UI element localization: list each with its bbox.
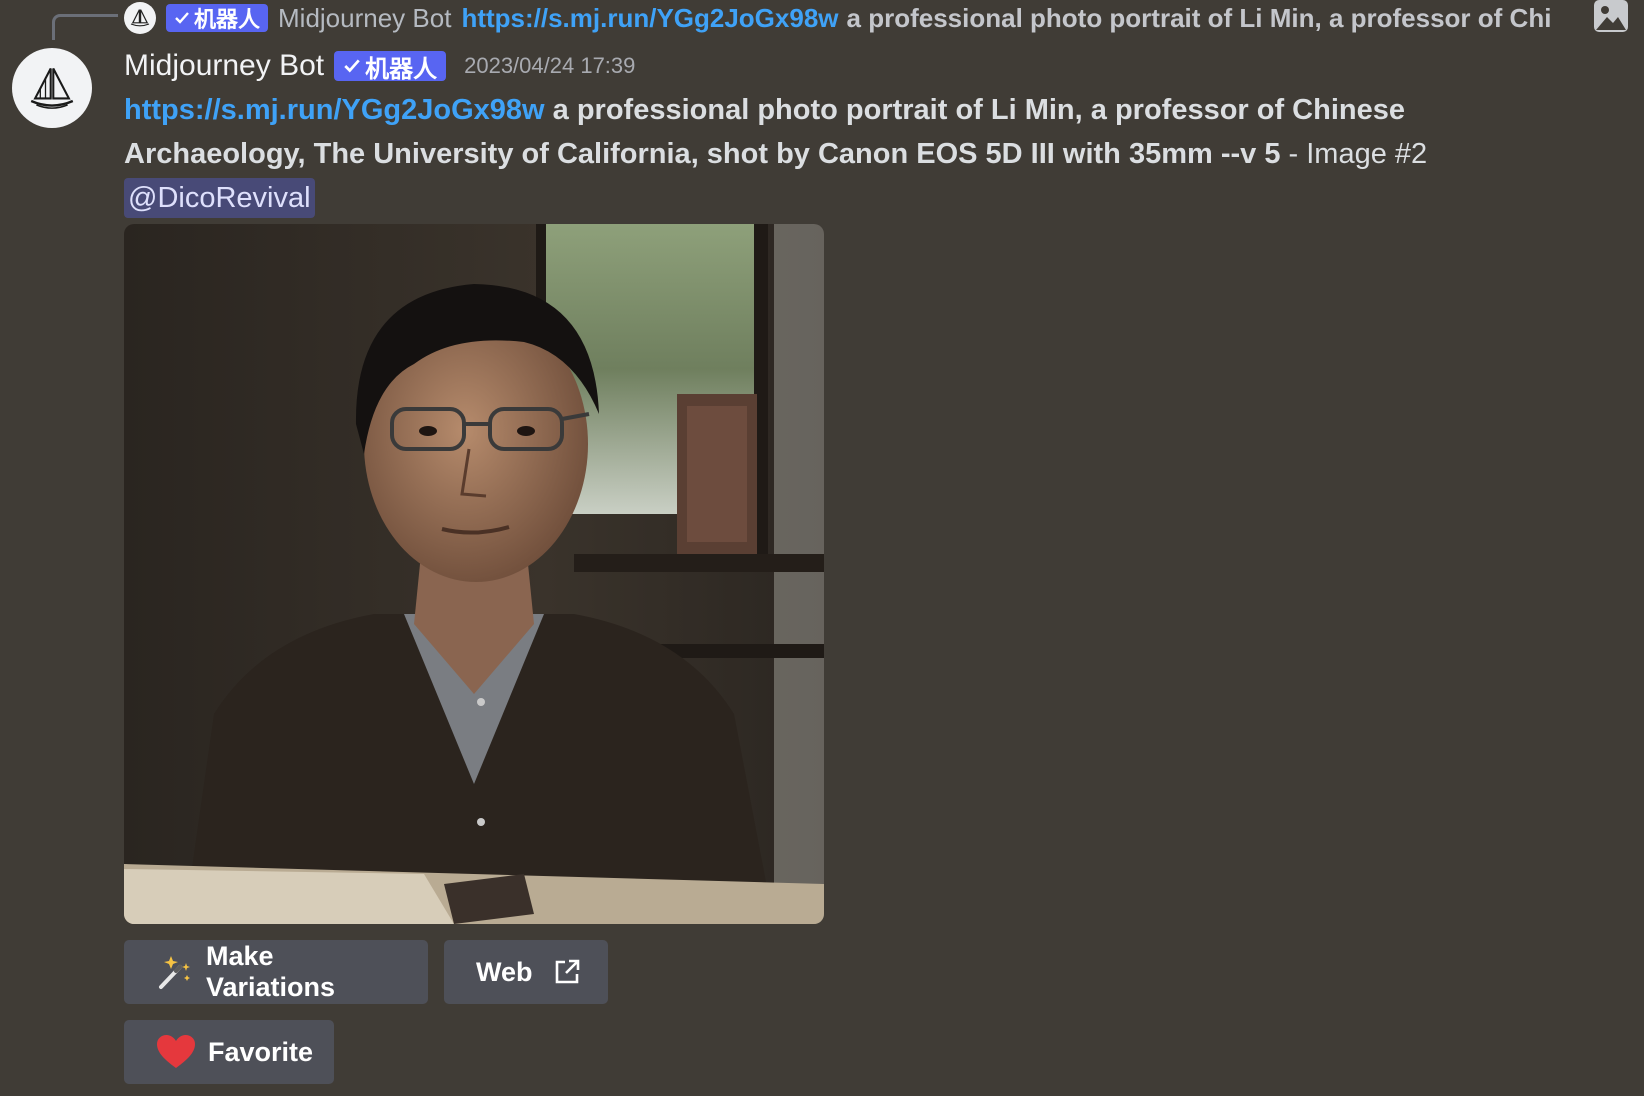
- timestamp[interactable]: 2023/04/24 17:39: [464, 53, 635, 79]
- checkmark-icon: [175, 12, 189, 24]
- author-name[interactable]: Midjourney Bot: [124, 49, 324, 83]
- make-variations-button[interactable]: Make Variations: [124, 940, 428, 1004]
- web-button[interactable]: Web: [444, 940, 608, 1004]
- avatar[interactable]: [12, 48, 92, 128]
- sailboat-icon: [30, 68, 74, 109]
- image-number: - Image #2: [1288, 138, 1428, 170]
- image-icon: [1594, 0, 1628, 32]
- portrait-image[interactable]: [124, 224, 824, 924]
- prompt-link[interactable]: https://s.mj.run/YGg2JoGx98w: [124, 94, 545, 126]
- bot-tag: 机器人: [166, 4, 269, 32]
- web-label: Web: [476, 956, 533, 987]
- make-variations-label: Make Variations: [206, 941, 336, 1002]
- message-content: https://s.mj.run/YGg2JoGx98w a professio…: [124, 88, 1564, 220]
- favorite-label: Favorite: [208, 1036, 314, 1067]
- reply-link[interactable]: https://s.mj.run/YGg2JoGx98w: [461, 3, 838, 34]
- user-mention[interactable]: @DicoRevival: [124, 178, 315, 218]
- sailboat-icon: [130, 9, 150, 27]
- bot-tag: 机器人: [334, 51, 447, 83]
- reply-reference[interactable]: 机器人 Midjourney Bot https://s.mj.run/YGg2…: [124, 0, 1644, 36]
- favorite-button[interactable]: Favorite: [124, 1020, 334, 1084]
- heart-icon: [157, 1035, 195, 1068]
- magic-wand-icon: [159, 956, 190, 989]
- bot-tag-label: 机器人: [194, 7, 261, 32]
- bot-tag-label: 机器人: [365, 55, 438, 83]
- message-header: Midjourney Bot 机器人 2023/04/24 17:39: [124, 46, 635, 86]
- reply-text[interactable]: a professional photo portrait of Li Min,…: [847, 3, 1557, 34]
- checkmark-icon: [344, 59, 360, 73]
- reply-spine: [52, 14, 118, 40]
- external-link-icon: [555, 959, 579, 984]
- reply-author[interactable]: Midjourney Bot: [278, 3, 451, 34]
- reply-avatar[interactable]: [124, 2, 156, 34]
